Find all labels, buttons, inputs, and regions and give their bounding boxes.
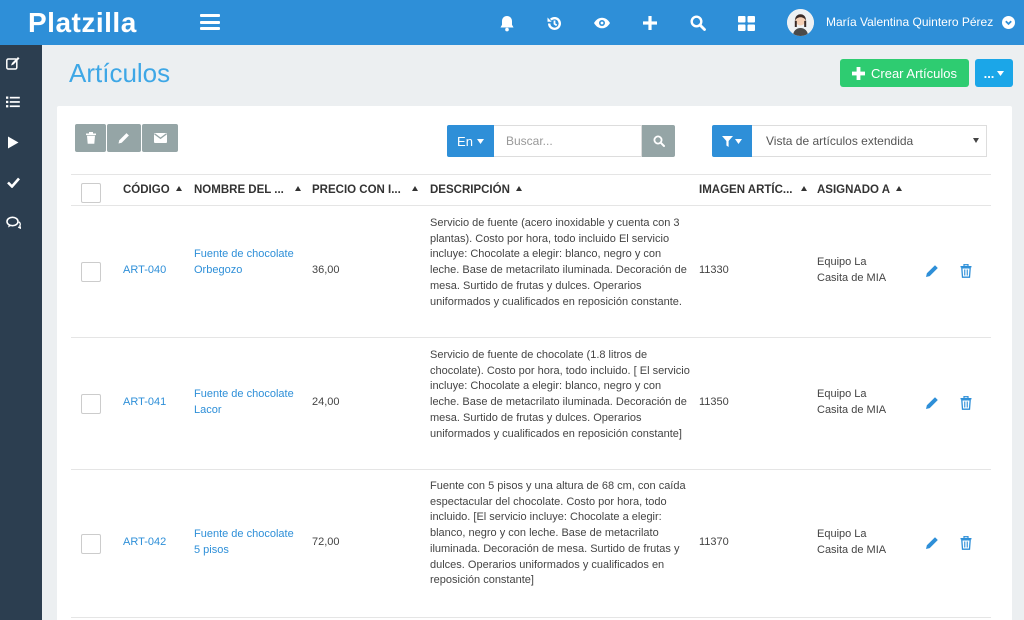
- search-language-dropdown[interactable]: En: [447, 125, 494, 157]
- pencil-icon: [118, 133, 129, 144]
- article-image-id: 11350: [699, 396, 729, 408]
- delete-row-trash-icon[interactable]: [958, 395, 974, 411]
- article-description: Servicio de fuente (acero inoxidable y c…: [430, 217, 687, 308]
- header-image[interactable]: IMAGEN ARTÍC...: [699, 184, 807, 196]
- row-checkbox[interactable]: [81, 262, 101, 282]
- article-image-id: 11330: [699, 264, 729, 276]
- article-name-link[interactable]: Fuente de chocolate 5 pisos: [194, 527, 294, 558]
- search-icon: [653, 135, 665, 147]
- table-row: ART-040 Fuente de chocolate Orbegozo 36,…: [71, 206, 991, 338]
- header-code[interactable]: CÓDIGO: [123, 184, 182, 196]
- menu-toggle-icon[interactable]: [200, 14, 220, 30]
- header-assigned[interactable]: ASIGNADO A: [817, 184, 903, 196]
- email-selected-button[interactable]: [142, 124, 178, 152]
- view-select-value: Vista de artículos extendida: [766, 134, 914, 148]
- page-title: Artículos: [69, 58, 171, 88]
- article-price: 24,00: [312, 396, 340, 408]
- delete-row-trash-icon[interactable]: [958, 535, 974, 551]
- top-navbar: Platzilla María Valentina Quintero Pérez: [0, 0, 1024, 45]
- edit-row-pencil-icon[interactable]: [924, 395, 940, 411]
- article-price: 36,00: [312, 264, 340, 276]
- search-input[interactable]: [494, 125, 642, 157]
- eye-icon[interactable]: [592, 13, 612, 33]
- sidebar-check-icon[interactable]: [4, 173, 22, 191]
- article-assigned: Equipo La Casita de MIA: [817, 388, 887, 416]
- plus-icon: [852, 66, 865, 80]
- sidebar-play-icon[interactable]: [4, 133, 22, 151]
- envelope-icon: [153, 133, 167, 143]
- edit-row-pencil-icon[interactable]: [924, 535, 940, 551]
- article-description: Servicio de fuente de chocolate (1.8 lit…: [430, 349, 690, 440]
- header-price[interactable]: PRECIO CON I...: [312, 184, 418, 196]
- row-checkbox[interactable]: [81, 534, 101, 554]
- language-label: En: [457, 133, 473, 149]
- caret-down-icon: [735, 138, 742, 144]
- sort-up-icon: [175, 186, 182, 191]
- grid-icon[interactable]: [736, 13, 756, 33]
- user-avatar[interactable]: [787, 9, 814, 36]
- articles-panel: En Vista de artículos extendida CÓDIGO N…: [57, 106, 1012, 620]
- delete-selected-button[interactable]: [75, 124, 106, 152]
- article-price: 72,00: [312, 536, 340, 548]
- table-row: ART-042 Fuente de chocolate 5 pisos 72,0…: [71, 470, 991, 618]
- user-menu-chevron-icon[interactable]: [1002, 16, 1015, 29]
- sort-up-icon: [800, 186, 807, 191]
- article-image-id: 11370: [699, 536, 729, 548]
- select-caret-icon: [973, 138, 979, 143]
- trash-icon: [85, 132, 96, 144]
- sort-up-icon: [411, 186, 418, 191]
- select-all-checkbox[interactable]: [81, 183, 101, 203]
- sidebar-list-icon[interactable]: [4, 93, 22, 111]
- header-description[interactable]: DESCRIPCIÓN: [430, 184, 522, 196]
- article-name-link[interactable]: Fuente de chocolate Lacor: [194, 387, 294, 418]
- filter-button[interactable]: [712, 125, 752, 157]
- sidebar-edit-icon[interactable]: [4, 54, 22, 72]
- sort-up-icon: [294, 186, 301, 191]
- history-icon[interactable]: [544, 13, 564, 33]
- user-name[interactable]: María Valentina Quintero Pérez: [826, 15, 993, 29]
- more-actions-label: ...: [983, 65, 995, 81]
- sidebar-chat-icon[interactable]: [4, 213, 22, 231]
- article-description: Fuente con 5 pisos y una altura de 68 cm…: [430, 480, 686, 587]
- sort-up-icon: [515, 186, 522, 191]
- edit-selected-button[interactable]: [107, 124, 141, 152]
- table-row: ART-041 Fuente de chocolate Lacor 24,00 …: [71, 338, 991, 470]
- search-button[interactable]: [642, 125, 675, 157]
- article-code-link[interactable]: ART-041: [123, 395, 166, 411]
- create-article-label: Crear Artículos: [871, 65, 957, 81]
- view-select[interactable]: Vista de artículos extendida: [752, 125, 987, 157]
- edit-row-pencil-icon[interactable]: [924, 263, 940, 279]
- app-logo[interactable]: Platzilla: [28, 7, 137, 39]
- sort-up-icon: [896, 186, 903, 191]
- caret-down-icon: [476, 138, 484, 144]
- search-icon[interactable]: [688, 13, 708, 33]
- article-code-link[interactable]: ART-042: [123, 535, 166, 551]
- row-checkbox[interactable]: [81, 394, 101, 414]
- create-article-button[interactable]: Crear Artículos: [840, 59, 969, 87]
- bell-icon[interactable]: [497, 13, 517, 33]
- header-name[interactable]: NOMBRE DEL ...: [194, 184, 301, 196]
- plus-icon[interactable]: [640, 13, 660, 33]
- caret-down-icon: [997, 70, 1005, 76]
- article-assigned: Equipo La Casita de MIA: [817, 256, 887, 284]
- article-code-link[interactable]: ART-040: [123, 263, 166, 279]
- article-assigned: Equipo La Casita de MIA: [817, 528, 887, 556]
- filter-icon: [722, 135, 733, 147]
- table-header: CÓDIGO NOMBRE DEL ... PRECIO CON I... DE…: [71, 174, 991, 206]
- sidebar: [0, 45, 42, 620]
- delete-row-trash-icon[interactable]: [958, 263, 974, 279]
- more-actions-button[interactable]: ...: [975, 59, 1013, 87]
- article-name-link[interactable]: Fuente de chocolate Orbegozo: [194, 247, 294, 278]
